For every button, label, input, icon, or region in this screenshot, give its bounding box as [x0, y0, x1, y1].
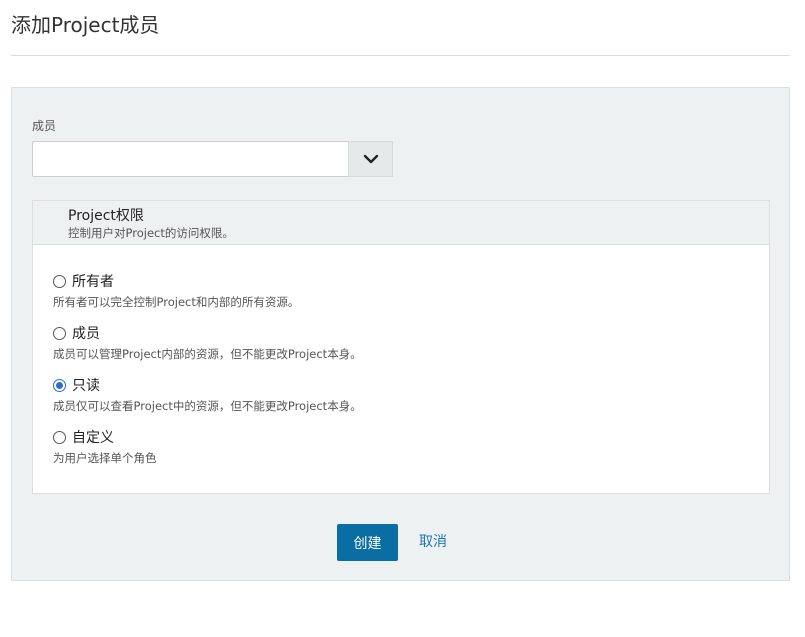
permission-owner-label[interactable]: 所有者 [72, 271, 114, 291]
permission-custom-label[interactable]: 自定义 [72, 427, 114, 447]
permission-owner-radio-row[interactable]: 所有者 [53, 271, 299, 291]
create-button[interactable]: 创建 [337, 524, 398, 561]
permission-member-radio-row[interactable]: 成员 [53, 323, 362, 343]
permission-member-label[interactable]: 成员 [72, 323, 100, 343]
permissions-title: Project权限 [68, 208, 144, 224]
cancel-link[interactable]: 取消 [419, 533, 447, 551]
member-input[interactable] [32, 141, 348, 177]
permission-owner-description: 所有者可以完全控制Project和内部的所有资源。 [53, 295, 300, 309]
member-field-label: 成员 [32, 119, 57, 133]
permission-option-custom: 自定义 为用户选择单个角色 [53, 427, 157, 466]
radio-member[interactable] [53, 326, 66, 340]
permission-option-member: 成员 成员可以管理Project内部的资源，但不能更改Project本身。 [53, 323, 362, 362]
page-title: 添加Project成员 [11, 13, 160, 37]
radio-custom[interactable] [53, 430, 66, 444]
project-permissions-box: Project权限 控制用户对Project的访问权限。 所有者 所有者可以完全… [32, 200, 770, 494]
permission-custom-description: 为用户选择单个角色 [53, 451, 157, 465]
permission-member-description: 成员可以管理Project内部的资源，但不能更改Project本身。 [53, 347, 362, 361]
permission-readonly-radio-row[interactable]: 只读 [53, 375, 362, 395]
permission-readonly-description: 成员仅可以查看Project中的资源，但不能更改Project本身。 [53, 399, 362, 413]
permission-option-readonly: 只读 成员仅可以查看Project中的资源，但不能更改Project本身。 [53, 375, 362, 414]
title-divider [11, 55, 790, 56]
permission-custom-radio-row[interactable]: 自定义 [53, 427, 157, 447]
permission-option-owner: 所有者 所有者可以完全控制Project和内部的所有资源。 [53, 271, 299, 310]
permissions-subtitle: 控制用户对Project的访问权限。 [68, 226, 234, 240]
radio-owner[interactable] [53, 274, 66, 288]
radio-readonly[interactable] [53, 378, 66, 392]
member-dropdown-button[interactable] [348, 141, 393, 177]
member-select[interactable] [32, 141, 393, 177]
permission-readonly-label[interactable]: 只读 [72, 375, 100, 395]
form-panel: 成员 Project权限 控制用户对Project的访问权限。 所有者 所有者可… [11, 87, 790, 581]
permissions-header: Project权限 控制用户对Project的访问权限。 [33, 201, 769, 245]
chevron-down-icon [363, 154, 378, 164]
